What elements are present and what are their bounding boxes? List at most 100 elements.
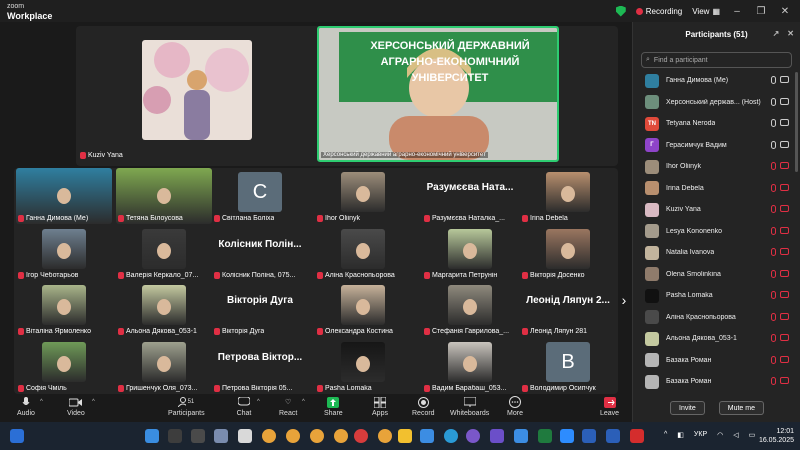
search-taskbar-icon[interactable]	[168, 429, 182, 443]
record-button[interactable]: Record	[412, 396, 435, 417]
react-button[interactable]: ♡ React	[279, 396, 297, 417]
react-caret-icon[interactable]: ^	[302, 399, 305, 405]
invite-button[interactable]: Invite	[670, 401, 705, 415]
gallery-tile[interactable]: Леонід Ляпун 2... Леонід Ляпун 281	[518, 281, 618, 337]
chrome-icon-2[interactable]	[286, 429, 300, 443]
volume-icon[interactable]: ◁	[733, 431, 738, 439]
gallery-tile[interactable]: Гришенчук Оля_073...	[114, 338, 214, 394]
chat-caret-icon[interactable]: ^	[257, 399, 260, 405]
mute-me-button[interactable]: Mute me	[718, 401, 764, 415]
participant-row[interactable]: Lesya Kononenko	[633, 221, 800, 243]
participant-row[interactable]: Kuziv Yana	[633, 199, 800, 221]
chrome-icon-3[interactable]	[310, 429, 324, 443]
next-page-arrow-icon[interactable]: ›	[618, 290, 630, 310]
widgets-icon[interactable]	[10, 429, 24, 443]
popout-icon[interactable]: ↗	[773, 29, 780, 38]
gallery-tile[interactable]: Ганна Димова (Ме)	[14, 168, 114, 224]
lang-indicator[interactable]: УКР	[694, 431, 707, 439]
participant-search-input[interactable]: ⌕ Find a participant	[641, 52, 792, 68]
battery-icon[interactable]: ▭	[749, 431, 756, 439]
video-button[interactable]: Video	[67, 396, 85, 417]
encryption-shield-icon[interactable]	[615, 5, 626, 17]
close-button[interactable]: ✕	[778, 6, 792, 17]
gallery-tile[interactable]: Вікторія Досенко	[518, 225, 618, 281]
gallery-tile[interactable]: Стефанія Гаврилова_...	[420, 281, 520, 337]
gallery-tile[interactable]: C Світлана Боліха	[210, 168, 310, 224]
chrome-icon[interactable]	[262, 429, 276, 443]
task-view-icon[interactable]	[191, 429, 205, 443]
apps-button[interactable]: Apps	[372, 396, 388, 417]
start-icon[interactable]	[145, 429, 159, 443]
gallery-tile[interactable]: Маргарита Петрунін	[420, 225, 520, 281]
tray-chevron-icon[interactable]: ^	[664, 431, 667, 439]
gallery-tile[interactable]: Аліна Краснопьорова	[313, 225, 413, 281]
tray-icons[interactable]: ◧	[677, 431, 684, 439]
maximize-button[interactable]: ❐	[754, 6, 768, 17]
participant-row[interactable]: Аліна Краснопьорова	[633, 307, 800, 329]
gallery-tile[interactable]: Разумєєва Ната... Разумєєва Наталка_...	[420, 168, 520, 224]
chrome-icon-5[interactable]	[378, 429, 392, 443]
participant-row[interactable]: Базака Роман	[633, 371, 800, 393]
app-icon-4[interactable]	[490, 429, 504, 443]
gallery-tile[interactable]: Irina Debela	[518, 168, 618, 224]
opera-icon[interactable]	[354, 429, 368, 443]
panel-scrollbar[interactable]	[795, 72, 798, 172]
pdf-icon[interactable]	[630, 429, 644, 443]
app-icon-5[interactable]	[514, 429, 528, 443]
viber-icon[interactable]	[466, 429, 480, 443]
whiteboards-button[interactable]: Whiteboards	[450, 396, 489, 417]
participant-row[interactable]: Ihor Oliinyk	[633, 156, 800, 178]
gallery-tile[interactable]: Софія Чміль	[14, 338, 114, 394]
participant-row[interactable]: Ганна Димова (Me)	[633, 70, 800, 92]
participant-row[interactable]: Базака Роман	[633, 350, 800, 372]
participant-row[interactable]: Г Герасимчук Вадим	[633, 135, 800, 157]
close-panel-icon[interactable]: ✕	[787, 29, 794, 38]
chrome-icon-4[interactable]	[334, 429, 348, 443]
spotlight-video-host[interactable]: ХЕРСОНСЬКИЙ ДЕРЖАВНИЙ АГРАРНО-ЕКОНОМІЧНИ…	[317, 26, 559, 162]
gallery-tile[interactable]: Ігор Чеботарьов	[14, 225, 114, 281]
participant-row[interactable]: TN Tetyana Neroda	[633, 113, 800, 135]
leave-button[interactable]: Leave	[600, 396, 619, 417]
gallery-tile[interactable]: Валерія Керкало_07...	[114, 225, 214, 281]
gallery-tile[interactable]: Альона Дякова_053-1	[114, 281, 214, 337]
excel-icon[interactable]	[538, 429, 552, 443]
gallery-tile[interactable]: Колісник Полін... Колісник Поліна, 075...	[210, 225, 310, 281]
gallery-tile[interactable]: Вікторія Дуга Вікторія Дуга	[210, 281, 310, 337]
participant-row[interactable]: Pasha Lomaka	[633, 285, 800, 307]
participants-button[interactable]: 51 Participants	[168, 396, 205, 417]
gallery-tile[interactable]: Віталіна Ярмоленко	[14, 281, 114, 337]
audio-button[interactable]: Audio	[17, 396, 35, 417]
audio-caret-icon[interactable]: ^	[40, 399, 43, 405]
word-icon[interactable]	[582, 429, 596, 443]
app-icon-2[interactable]	[238, 429, 252, 443]
minimize-button[interactable]: –	[730, 6, 744, 17]
zoom-icon[interactable]	[560, 429, 574, 443]
gallery-tile[interactable]: Вадим Барабаш_053...	[420, 338, 520, 394]
gallery-tile[interactable]: Ihor Oliinyk	[313, 168, 413, 224]
spotlight-video-kuziv[interactable]	[142, 40, 252, 140]
gallery-tile[interactable]: Pasha Lomaka	[313, 338, 413, 394]
participant-video	[448, 229, 492, 269]
file-explorer-icon[interactable]	[398, 429, 412, 443]
app-icon-1[interactable]	[214, 429, 228, 443]
share-button[interactable]: Share	[324, 396, 343, 417]
wifi-icon[interactable]: ◠	[717, 431, 723, 439]
chat-button[interactable]: Chat	[236, 396, 252, 417]
view-button[interactable]: View ▦	[692, 7, 720, 16]
gallery-tile[interactable]: Олександра Костина	[313, 281, 413, 337]
more-button[interactable]: More	[507, 396, 523, 417]
word-icon-2[interactable]	[606, 429, 620, 443]
participant-row[interactable]: Olena Smolinkina	[633, 264, 800, 286]
participant-row[interactable]: Irina Debela	[633, 178, 800, 200]
app-icon-3[interactable]	[420, 429, 434, 443]
video-caret-icon[interactable]: ^	[92, 399, 95, 405]
gallery-tile[interactable]: Петрова Віктор... Петрова Вікторія 05...	[210, 338, 310, 394]
participant-row[interactable]: Херсонський держав... (Host)	[633, 92, 800, 114]
gallery-tile[interactable]: B Володимир Осипчук	[518, 338, 618, 394]
telegram-icon[interactable]	[444, 429, 458, 443]
gallery-tile[interactable]: Тетяна Білоусова	[114, 168, 214, 224]
clock[interactable]: 12:01 16.05.2025	[759, 427, 794, 445]
recording-indicator[interactable]: Recording	[635, 7, 682, 16]
participant-row[interactable]: Natalia Ivanova	[633, 242, 800, 264]
participant-row[interactable]: Альона Дякова_053-1	[633, 328, 800, 350]
